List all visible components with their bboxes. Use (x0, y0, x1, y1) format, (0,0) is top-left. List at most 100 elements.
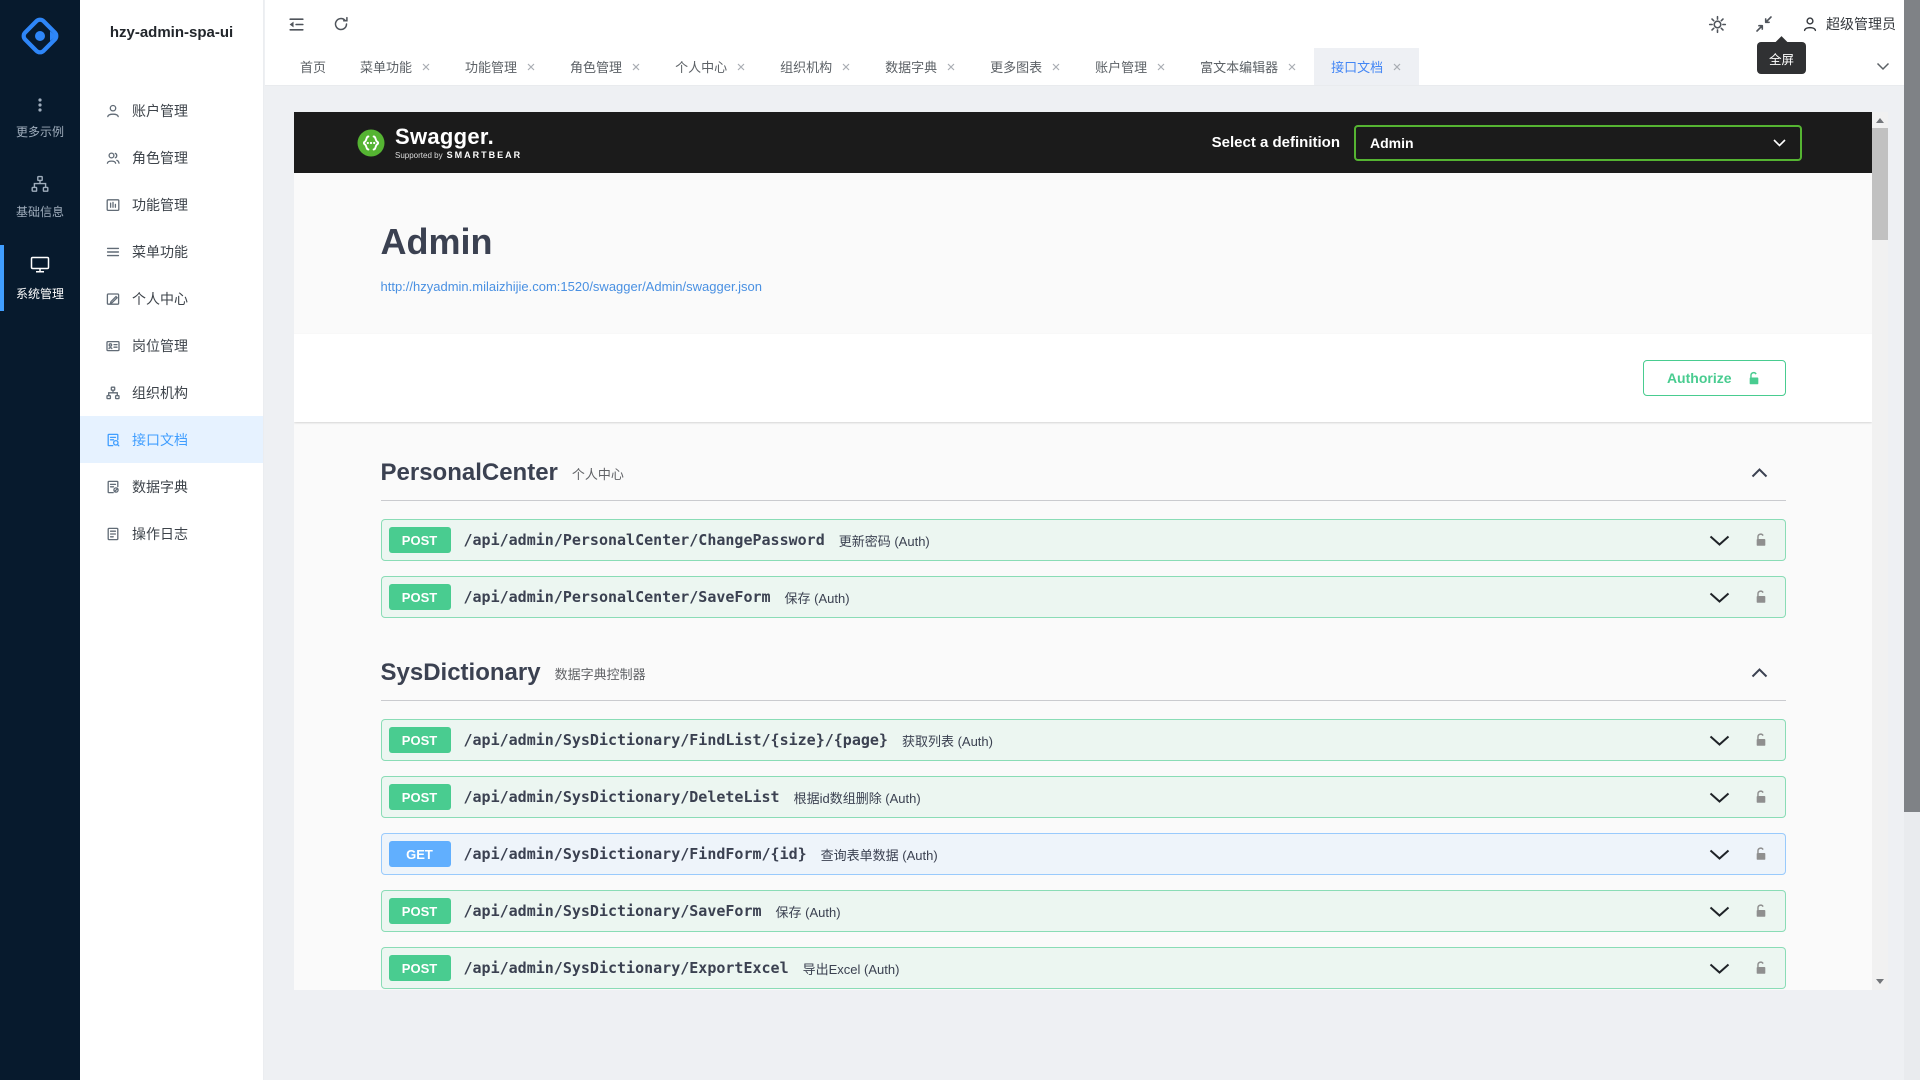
settings-gear-icon[interactable] (1708, 15, 1727, 34)
sidebar-item-post-management[interactable]: 岗位管理 (80, 322, 263, 369)
sidebar-item-account-management[interactable]: 账户管理 (80, 87, 263, 134)
close-icon[interactable] (526, 62, 536, 72)
unlock-icon[interactable] (1753, 731, 1769, 749)
close-icon[interactable] (421, 62, 431, 72)
endpoint-summary: 保存 (Auth) (776, 902, 841, 921)
scroll-down-arrow-icon[interactable] (1876, 979, 1884, 984)
chevron-down-icon[interactable] (1709, 535, 1730, 546)
sitemap-icon (30, 174, 50, 194)
endpoint-summary: 获取列表 (Auth) (902, 731, 993, 750)
chevron-down-icon[interactable] (1709, 906, 1730, 917)
tab-account-management[interactable]: 账户管理 (1078, 48, 1183, 85)
endpoint-row[interactable]: GET /api/admin/SysDictionary/FindForm/{i… (381, 833, 1786, 875)
endpoint-row[interactable]: POST /api/admin/SysDictionary/DeleteList… (381, 776, 1786, 818)
sidebar-item-operation-log[interactable]: 操作日志 (80, 510, 263, 557)
endpoint-row[interactable]: POST /api/admin/PersonalCenter/SaveForm … (381, 576, 1786, 618)
close-icon[interactable] (1287, 62, 1297, 72)
exit-fullscreen-icon[interactable] (1754, 14, 1774, 34)
chevron-down-icon[interactable] (1709, 963, 1730, 974)
scroll-up-arrow-icon[interactable] (1876, 118, 1884, 123)
sidebar: hzy-admin-spa-ui 账户管理 角色管理 功能管理 (80, 0, 264, 1080)
tab-label: 菜单功能 (360, 57, 412, 76)
endpoint-summary: 导出Excel (Auth) (803, 959, 900, 978)
rail-item-basic-info[interactable]: 基础信息 (0, 160, 80, 234)
window-scrollbar[interactable] (1904, 0, 1920, 1080)
tab-data-dictionary[interactable]: 数据字典 (868, 48, 973, 85)
chevron-up-icon[interactable] (1751, 468, 1768, 478)
close-icon[interactable] (1156, 62, 1166, 72)
endpoint-summary: 根据id数组删除 (Auth) (794, 788, 921, 807)
sidebar-fold-icon[interactable] (287, 15, 306, 34)
section-header[interactable]: PersonalCenter 个人中心 (381, 448, 1786, 501)
chevron-down-icon[interactable] (1709, 849, 1730, 860)
unlock-icon[interactable] (1753, 531, 1769, 549)
definition-select[interactable]: Admin (1354, 125, 1802, 161)
sidebar-item-feature-management[interactable]: 功能管理 (80, 181, 263, 228)
sidebar-item-label: 组织机构 (132, 383, 188, 403)
tab-home[interactable]: 首页 (283, 48, 343, 85)
tab-rich-text-editor[interactable]: 富文本编辑器 (1183, 48, 1314, 85)
api-title: Admin (381, 221, 1786, 263)
endpoint-row[interactable]: POST /api/admin/SysDictionary/SaveForm 保… (381, 890, 1786, 932)
tab-api-docs[interactable]: 接口文档 (1314, 48, 1419, 85)
endpoint-row[interactable]: POST /api/admin/SysDictionary/ExportExce… (381, 947, 1786, 989)
unlock-icon[interactable] (1753, 845, 1769, 863)
unlock-icon[interactable] (1753, 902, 1769, 920)
tab-overflow-chevron-icon[interactable] (1876, 48, 1890, 85)
sidebar-item-api-docs[interactable]: 接口文档 (80, 416, 263, 463)
tab-feature-management[interactable]: 功能管理 (448, 48, 553, 85)
scheme-container: Authorize (294, 334, 1872, 422)
sidebar-item-label: 个人中心 (132, 289, 188, 309)
swagger-brand: Swagger. Supported by SMARTBEAR (357, 126, 522, 160)
tab-personal-center[interactable]: 个人中心 (658, 48, 763, 85)
chevron-up-icon[interactable] (1751, 668, 1768, 678)
close-icon[interactable] (841, 62, 851, 72)
method-badge: GET (389, 841, 451, 867)
rail-item-more-examples[interactable]: 更多示例 (0, 82, 80, 154)
close-icon[interactable] (631, 62, 641, 72)
chevron-down-icon[interactable] (1709, 735, 1730, 746)
swagger-sponsor: SMARTBEAR (447, 150, 523, 160)
method-badge: POST (389, 727, 451, 753)
chevron-down-icon[interactable] (1709, 592, 1730, 603)
sidebar-item-role-management[interactable]: 角色管理 (80, 134, 263, 181)
unlock-icon[interactable] (1753, 959, 1769, 977)
tab-organization[interactable]: 组织机构 (763, 48, 868, 85)
sidebar-menu: 账户管理 角色管理 功能管理 菜单功能 (80, 87, 263, 557)
sidebar-item-personal-center[interactable]: 个人中心 (80, 275, 263, 322)
feature-panel-icon (105, 197, 121, 213)
endpoint-row[interactable]: POST /api/admin/PersonalCenter/ChangePas… (381, 519, 1786, 561)
monitor-icon (29, 254, 51, 276)
sidebar-item-menu-function[interactable]: 菜单功能 (80, 228, 263, 275)
definition-select-label: Select a definition (1212, 134, 1340, 151)
rail-item-label: 系统管理 (16, 285, 64, 302)
endpoint-row[interactable]: POST /api/admin/SysDictionary/FindList/{… (381, 719, 1786, 761)
sidebar-item-label: 角色管理 (132, 148, 188, 168)
close-icon[interactable] (1392, 62, 1402, 72)
unlock-icon[interactable] (1753, 788, 1769, 806)
user-icon (105, 103, 121, 119)
section-header[interactable]: SysDictionary 数据字典控制器 (381, 648, 1786, 701)
refresh-icon[interactable] (332, 15, 350, 33)
close-icon[interactable] (946, 62, 956, 72)
scrollbar-thumb[interactable] (1872, 128, 1888, 240)
tab-menu-function[interactable]: 菜单功能 (343, 48, 448, 85)
tab-more-charts[interactable]: 更多图表 (973, 48, 1078, 85)
sidebar-item-organization[interactable]: 组织机构 (80, 369, 263, 416)
chevron-down-icon[interactable] (1709, 792, 1730, 803)
rail-item-system-management[interactable]: 系统管理 (0, 240, 80, 316)
unlock-icon[interactable] (1753, 588, 1769, 606)
authorize-button[interactable]: Authorize (1643, 360, 1786, 396)
user-menu[interactable]: 超级管理员 (1801, 14, 1896, 34)
swagger-scrollbar[interactable] (1872, 112, 1888, 990)
tab-role-management[interactable]: 角色管理 (553, 48, 658, 85)
window-scrollbar-thumb[interactable] (1904, 0, 1920, 812)
spec-url-link[interactable]: http://hzyadmin.milaizhijie.com:1520/swa… (381, 279, 763, 294)
close-icon[interactable] (1051, 62, 1061, 72)
app-logo-icon[interactable] (17, 13, 63, 59)
sidebar-item-data-dictionary[interactable]: 数据字典 (80, 463, 263, 510)
swagger-topbar: Swagger. Supported by SMARTBEAR Select a… (294, 112, 1872, 173)
close-icon[interactable] (736, 62, 746, 72)
definition-selected-value: Admin (1370, 135, 1414, 151)
swagger-frame: Swagger. Supported by SMARTBEAR Select a… (294, 112, 1888, 990)
